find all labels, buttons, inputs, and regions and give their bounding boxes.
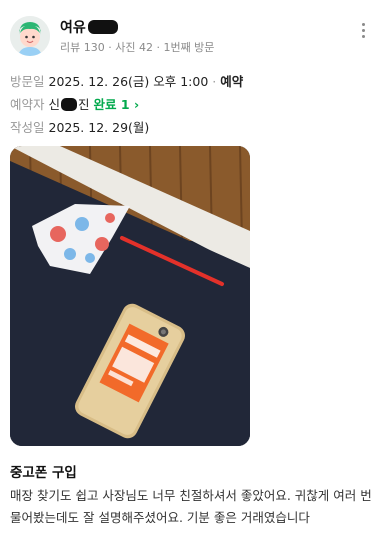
visit-date: 2025. 12. 26(금) 오후 1:00: [48, 74, 209, 89]
written-date: 2025. 12. 29(월): [48, 120, 150, 135]
visit-label: 방문일: [10, 74, 45, 89]
reserver-label: 예약자: [10, 97, 45, 112]
written-date-row: 작성일 2025. 12. 29(월): [10, 117, 149, 136]
reservation-status-text: 완료 1: [93, 97, 130, 112]
reserver-name-end: 진: [78, 97, 90, 112]
name-redaction: [87, 20, 118, 34]
reserver-name-start: 신: [48, 97, 61, 112]
review-body: 매장 찾기도 쉽고 사장님도 너무 친절하셔서 좋았어요. 귀찮게 여러 번 물…: [10, 488, 372, 525]
reviewer-name-text: 여유: [60, 20, 86, 36]
reservation-status-link[interactable]: 완료 1 ›: [94, 97, 140, 112]
written-label: 작성일: [10, 120, 45, 135]
avatar[interactable]: [10, 16, 50, 56]
visit-separator: ·: [208, 74, 221, 89]
reserver-name-redaction: [61, 98, 78, 111]
review-photo-image: [10, 146, 250, 446]
reviewer-stats: 리뷰 130 · 사진 42 · 1번째 방문: [60, 41, 215, 54]
review-photo[interactable]: [10, 146, 250, 446]
reserver-row: 예약자 신 진 완료 1 ›: [10, 94, 139, 113]
visit-type: 예약: [220, 74, 244, 89]
chevron-right-icon: ›: [133, 97, 140, 112]
reviewer-header: 여유 리뷰 130 · 사진 42 · 1번째 방문: [10, 16, 370, 60]
more-options-icon[interactable]: [356, 20, 370, 40]
avatar-face-icon: [10, 16, 50, 56]
review-title: 중고폰 구입: [10, 465, 77, 481]
reviewer-name[interactable]: 여유: [60, 17, 118, 37]
visit-date-row: 방문일 2025. 12. 26(금) 오후 1:00 · 예약: [10, 71, 243, 90]
